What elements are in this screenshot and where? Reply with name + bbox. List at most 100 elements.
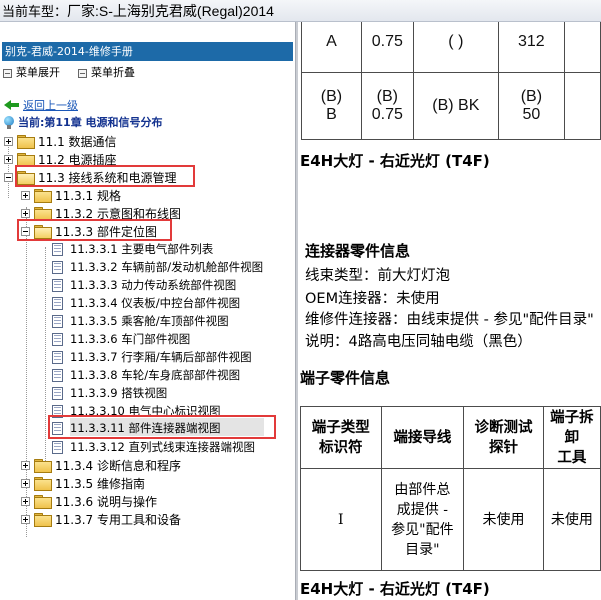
open-folder-icon <box>34 225 52 239</box>
expand-toggle-icon[interactable] <box>21 478 30 488</box>
folder-icon <box>17 135 35 149</box>
expand-menu-button[interactable]: 菜单展开 <box>3 65 60 81</box>
back-link-label: 返回上一级 <box>23 99 78 112</box>
back-link[interactable]: 返回上一级 <box>4 98 78 112</box>
tree-item-label: 11.3.3.7 行李厢/车辆后部部件视图 <box>70 350 252 364</box>
tree-item-label: 11.3.3.4 仪表板/中控台部件视图 <box>70 296 241 310</box>
tree-item-11-3-3[interactable]: 11.3.3 部件定位图 <box>21 222 157 240</box>
content-pane: A 0.75 ( ) 312 (B) B (B) 0.75 (B) BK (B)… <box>298 22 601 600</box>
table-cell: (B) 0.75 <box>360 72 414 140</box>
tree-item-label: 11.3.5 维修指南 <box>55 476 145 491</box>
folder-icon <box>34 459 52 473</box>
document-icon <box>52 332 63 346</box>
tree-item-11-3-1[interactable]: 11.3.1 规格 <box>21 186 121 204</box>
expand-menu-label: 菜单展开 <box>16 66 60 79</box>
expand-toggle-icon[interactable] <box>21 496 30 506</box>
tree-item-11-3-3-11[interactable]: 11.3.3.11 部件连接器端视图 <box>52 419 221 437</box>
document-icon <box>52 404 63 418</box>
tree-item-11-3-5[interactable]: 11.3.5 维修指南 <box>21 474 145 492</box>
expand-toggle-icon[interactable] <box>21 208 30 218</box>
tree-item-label: 11.3.3.11 部件连接器端视图 <box>70 421 221 435</box>
terminal-table: 端子类型 标识符 端接导线 诊断测试 探针 端子拆卸 工具 I 由部件总 成提供… <box>300 406 601 571</box>
connector-title-2: E4H大灯 - 右近光灯 (T4F) <box>300 580 490 598</box>
vehicle-label: 当前车型： <box>2 5 68 20</box>
tree-item-11-2[interactable]: 11.2 电源插座 <box>4 150 117 168</box>
tree-item-label: 11.3 接线系统和电源管理 <box>38 170 177 185</box>
tree-item-11-3-3-3[interactable]: 11.3.3.3 动力传动系统部件视图 <box>52 276 236 294</box>
expand-toggle-icon[interactable] <box>4 136 13 146</box>
folder-icon <box>34 495 52 509</box>
tree-item-11-3-3-7[interactable]: 11.3.3.7 行李厢/车辆后部部件视图 <box>52 348 252 366</box>
tree-item-label: 11.2 电源插座 <box>38 152 117 167</box>
column-header: 端子拆卸 工具 <box>542 406 601 469</box>
table-header-row: 端子类型 标识符 端接导线 诊断测试 探针 端子拆卸 工具 <box>300 406 601 469</box>
document-icon <box>52 350 63 364</box>
table-cell: (B) BK <box>412 72 499 140</box>
navigation-pane: 别克-君威-2014-维修手册 菜单展开 菜单折叠 返回上一级 当前:第11章 … <box>0 22 295 600</box>
vehicle-value: 厂家:S-上海别克君威(Regal)2014 <box>67 3 274 19</box>
folder-icon <box>34 189 52 203</box>
document-icon <box>52 421 63 435</box>
table-cell: 未使用 <box>463 468 544 571</box>
tree-item-label: 11.3.4 诊断信息和程序 <box>55 458 181 473</box>
tree-item-11-3-3-5[interactable]: 11.3.3.5 乘客舱/车顶部件视图 <box>52 312 229 330</box>
document-icon <box>52 260 63 274</box>
document-icon <box>52 278 63 292</box>
description-line: 说明：4路高电压同轴电缆（黑色） <box>305 334 532 350</box>
expand-toggle-icon[interactable] <box>21 460 30 470</box>
tree-item-11-3[interactable]: 11.3 接线系统和电源管理 <box>4 168 177 186</box>
collapse-toggle-icon[interactable] <box>21 226 30 236</box>
tree-item-label: 11.3.3.6 车门部件视图 <box>70 332 191 346</box>
table-cell: 0.75 <box>360 22 414 73</box>
expand-toggle-icon[interactable] <box>4 154 13 164</box>
tree-item-label: 11.3.3.12 直列式线束连接器端视图 <box>70 440 256 454</box>
tree-item-11-3-7[interactable]: 11.3.7 专用工具和设备 <box>21 510 181 528</box>
tree-item-label: 11.3.6 说明与操作 <box>55 494 157 509</box>
tree-item-11-3-3-10[interactable]: 11.3.3.10 电气中心标识视图 <box>52 402 221 420</box>
collapse-menu-button[interactable]: 菜单折叠 <box>78 65 135 81</box>
tree-item-11-3-4[interactable]: 11.3.4 诊断信息和程序 <box>21 456 181 474</box>
collapse-toggle-icon[interactable] <box>4 172 13 182</box>
back-arrow-icon <box>4 100 19 110</box>
column-header: 端接导线 <box>380 406 465 469</box>
tree-item-label: 11.3.1 规格 <box>55 188 121 203</box>
folder-icon <box>17 153 35 167</box>
expand-toggle-icon[interactable] <box>21 190 30 200</box>
expand-toggle-icon[interactable] <box>21 514 30 524</box>
document-icon <box>52 242 63 256</box>
document-icon <box>52 386 63 400</box>
document-icon <box>52 314 63 328</box>
tree-item-label: 11.3.3.10 电气中心标识视图 <box>70 404 221 418</box>
table-cell: 由部件总 成提供 - 参见"配件 目录" <box>380 468 465 571</box>
tree-item-11-3-3-12[interactable]: 11.3.3.12 直列式线束连接器端视图 <box>52 438 255 456</box>
table-row: A 0.75 ( ) 312 <box>301 22 601 73</box>
table-cell: ( ) <box>412 22 499 73</box>
connector-title: E4H大灯 - 右近光灯 (T4F) <box>300 152 490 170</box>
tree-item-11-3-6[interactable]: 11.3.6 说明与操作 <box>21 492 157 510</box>
table-cell: (B) 50 <box>497 72 565 140</box>
tree-item-11-3-2[interactable]: 11.3.2 示意图和布线图 <box>21 204 181 222</box>
oem-connector-line: OEM连接器：未使用 <box>305 291 440 307</box>
service-connector-line: 维修件连接器：由线束提供 - 参见"配件目录" <box>305 312 594 328</box>
column-header: 端子类型 标识符 <box>300 406 382 469</box>
tree-item-11-3-3-9[interactable]: 11.3.3.9 搭铁视图 <box>52 384 167 402</box>
tree-item-11-3-3-8[interactable]: 11.3.3.8 车轮/车身底部部件视图 <box>52 366 240 384</box>
tree-item-11-3-3-4[interactable]: 11.3.3.4 仪表板/中控台部件视图 <box>52 294 240 312</box>
document-icon <box>52 368 63 382</box>
tree-item-label: 11.3.3.9 搭铁视图 <box>70 386 168 400</box>
tree-item-11-3-3-6[interactable]: 11.3.3.6 车门部件视图 <box>52 330 190 348</box>
tree-item-11-3-3-1[interactable]: 11.3.3.1 主要电气部件列表 <box>52 240 213 258</box>
tree-item-11-3-3-2[interactable]: 11.3.3.2 车辆前部/发动机舱部件视图 <box>52 258 263 276</box>
tree-item-label: 11.1 数据通信 <box>38 134 117 149</box>
expand-icon <box>3 68 12 78</box>
current-chapter-label: 当前:第11章 电源和信号分布 <box>18 116 163 129</box>
table-cell <box>563 72 601 140</box>
manual-title-header: 别克-君威-2014-维修手册 <box>2 42 293 61</box>
title-bar: 当前车型：厂家:S-上海别克君威(Regal)2014 <box>0 0 601 22</box>
table-cell: (B) B <box>301 72 362 140</box>
document-icon <box>52 440 63 454</box>
tree-item-label: 11.3.3.5 乘客舱/车顶部件视图 <box>70 314 229 328</box>
tree-item-label: 11.3.3.2 车辆前部/发动机舱部件视图 <box>70 260 264 274</box>
table-row: I 由部件总 成提供 - 参见"配件 目录" 未使用 未使用 <box>300 468 601 571</box>
tree-item-11-1[interactable]: 11.1 数据通信 <box>4 132 117 150</box>
